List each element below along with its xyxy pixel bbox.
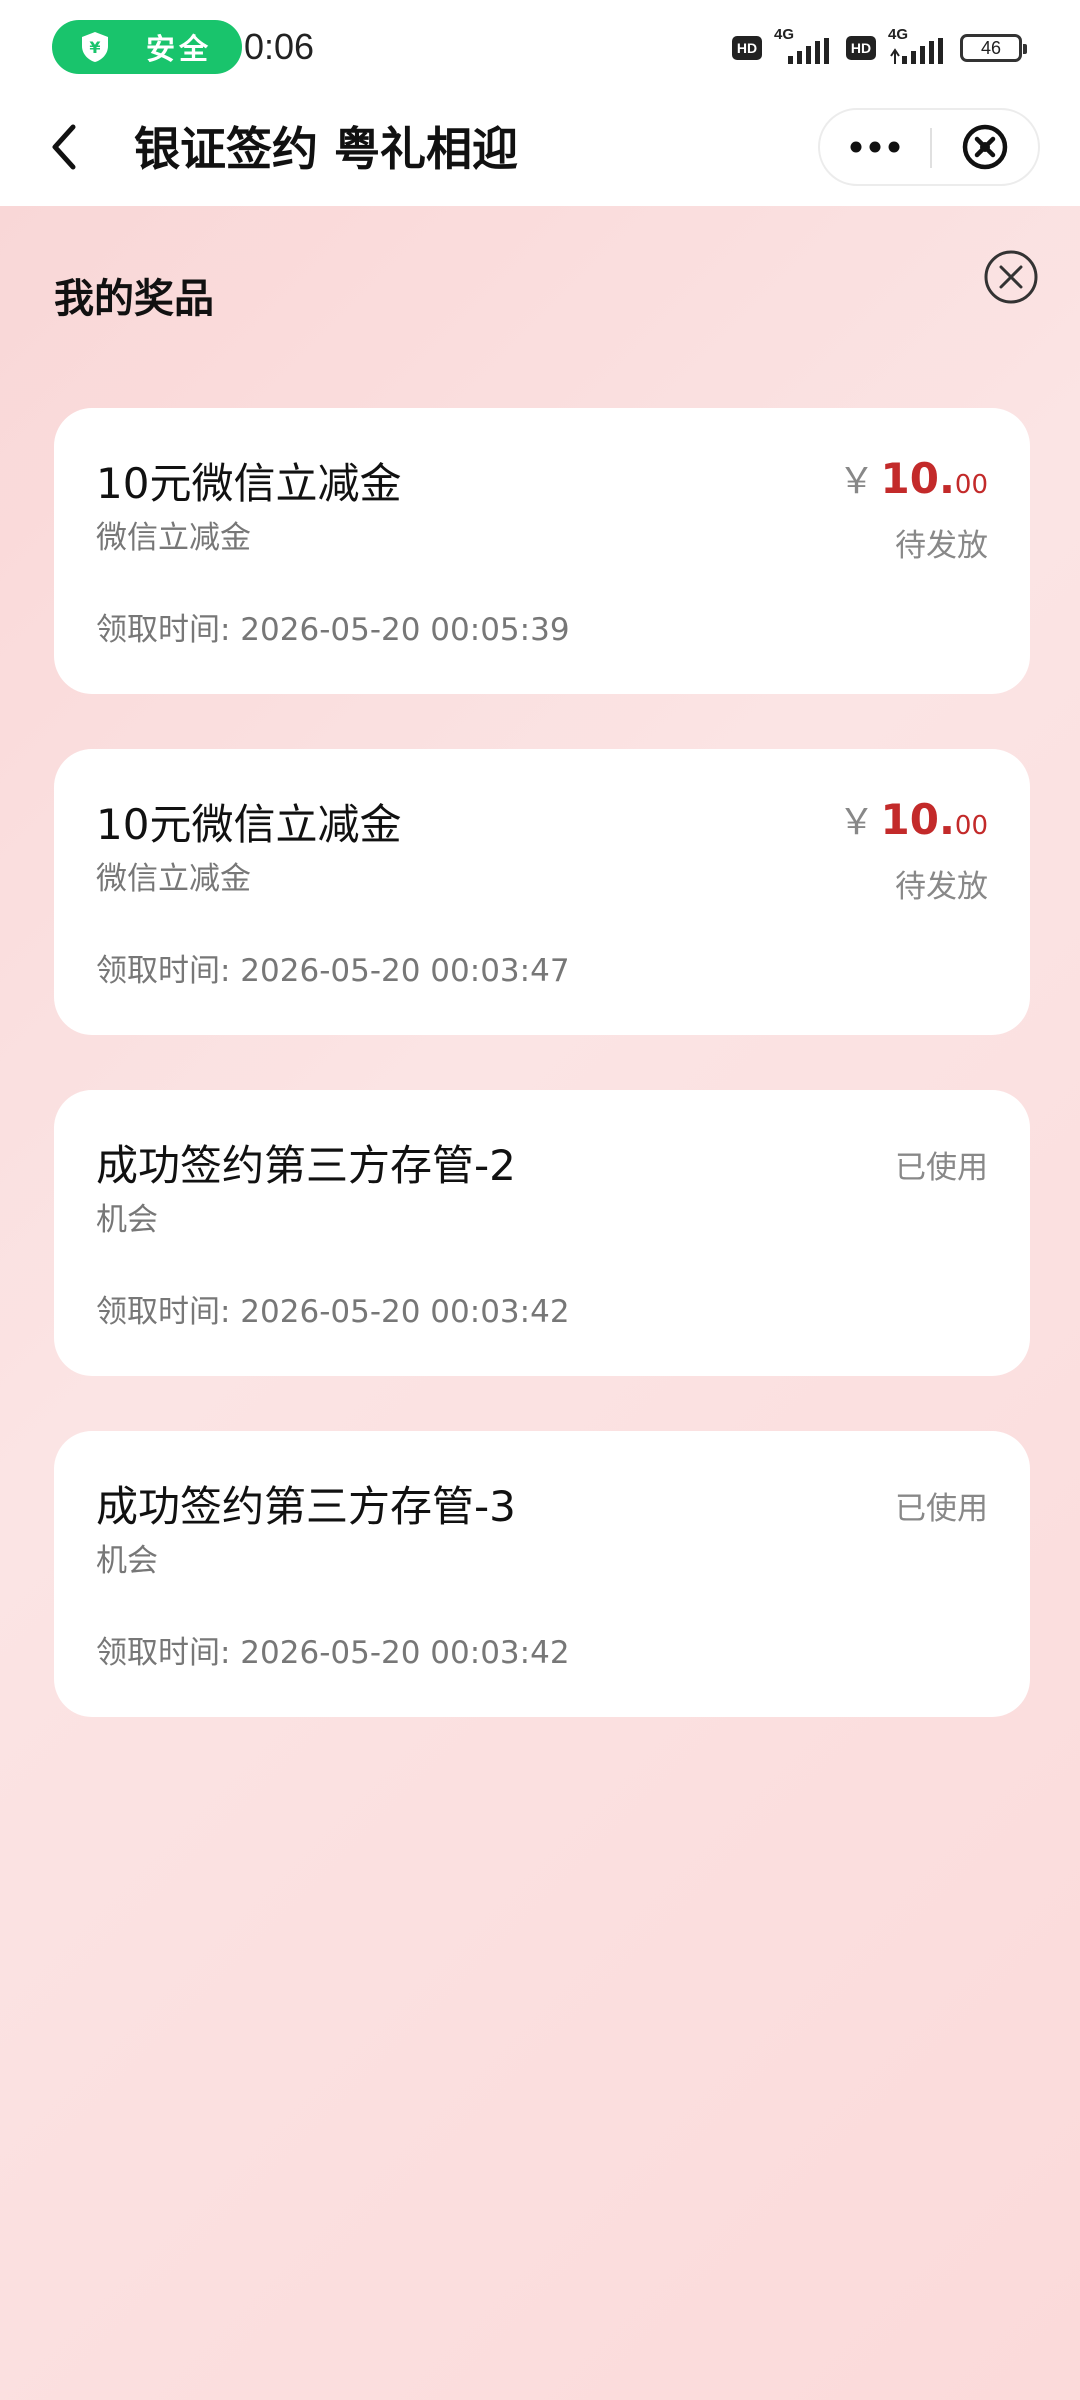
claim-time: 领取时间: 2026-05-20 00:03:42 <box>96 1635 570 1671</box>
prize-card[interactable]: 10元微信立减金 微信立减金 领取时间: 2026-05-20 00:05:39… <box>54 408 1030 694</box>
signal-2: 4G <box>886 26 950 66</box>
security-badge[interactable]: ¥ 安全 <box>52 20 242 74</box>
amount-integer: 10. <box>880 454 955 503</box>
close-panel-icon[interactable] <box>982 248 1040 306</box>
prize-status: 待发放 <box>895 528 988 564</box>
battery-level: 46 <box>980 37 1002 58</box>
svg-text:¥: ¥ <box>89 38 100 57</box>
close-circle-icon <box>962 124 1008 170</box>
prize-amount: ￥ 10. 00 <box>838 452 988 504</box>
amount-decimal: 00 <box>954 811 988 841</box>
security-label: 安全 <box>146 32 213 66</box>
claim-time: 领取时间: 2026-05-20 00:05:39 <box>96 612 570 648</box>
signal-bars-icon <box>890 38 943 64</box>
prize-status: 已使用 <box>895 1150 988 1186</box>
hd-badge: HD <box>846 36 876 60</box>
prize-type: 机会 <box>96 1202 158 1238</box>
back-button[interactable] <box>30 112 100 182</box>
status-bar: ¥ 安全 0:06 HD 4G HD 4G 46 <box>0 0 1080 92</box>
prize-type: 微信立减金 <box>96 520 251 556</box>
battery-icon: 46 <box>960 34 1027 62</box>
claim-time: 领取时间: 2026-05-20 00:03:47 <box>96 953 570 989</box>
prizes-panel: 我的奖品 10元微信立减金 微信立减金 领取时间: 2026-05-20 00:… <box>0 206 1080 2400</box>
signal-1: 4G <box>772 26 836 66</box>
status-indicators: HD 4G HD 4G 46 <box>732 26 1027 68</box>
shield-icon: ¥ <box>82 32 108 62</box>
amount-integer: 10. <box>880 795 955 844</box>
prize-status: 待发放 <box>895 869 988 905</box>
amount-decimal: 00 <box>954 470 988 500</box>
hd-badge: HD <box>732 36 762 60</box>
currency-symbol: ￥ <box>838 461 875 502</box>
currency-symbol: ￥ <box>838 802 875 843</box>
prize-name: 10元微信立减金 <box>96 800 402 849</box>
prize-card[interactable]: 10元微信立减金 微信立减金 领取时间: 2026-05-20 00:03:47… <box>54 749 1030 1035</box>
prize-name: 成功签约第三方存管-2 <box>96 1141 516 1190</box>
more-dots-icon <box>850 141 900 153</box>
prize-name: 成功签约第三方存管-3 <box>96 1482 516 1531</box>
panel-title: 我的奖品 <box>54 276 214 322</box>
prize-type: 微信立减金 <box>96 861 251 897</box>
prize-type: 机会 <box>96 1543 158 1579</box>
claim-time: 领取时间: 2026-05-20 00:03:42 <box>96 1294 570 1330</box>
signal-bars-icon <box>788 38 829 64</box>
clock: 0:06 <box>244 26 315 67</box>
prize-card[interactable]: 成功签约第三方存管-3 机会 领取时间: 2026-05-20 00:03:42… <box>54 1431 1030 1717</box>
prize-card[interactable]: 成功签约第三方存管-2 机会 领取时间: 2026-05-20 00:03:42… <box>54 1090 1030 1376</box>
prize-status: 已使用 <box>895 1491 988 1527</box>
close-miniprogram-button[interactable] <box>932 110 1038 184</box>
more-button[interactable] <box>820 110 930 184</box>
prize-amount: ￥ 10. 00 <box>838 793 988 845</box>
prize-name: 10元微信立减金 <box>96 459 402 508</box>
navigation-bar: 银证签约 粤礼相迎 <box>0 92 1080 206</box>
chevron-left-icon <box>52 124 76 170</box>
mini-program-capsule <box>818 108 1040 186</box>
page-title: 银证签约 粤礼相迎 <box>134 122 519 176</box>
